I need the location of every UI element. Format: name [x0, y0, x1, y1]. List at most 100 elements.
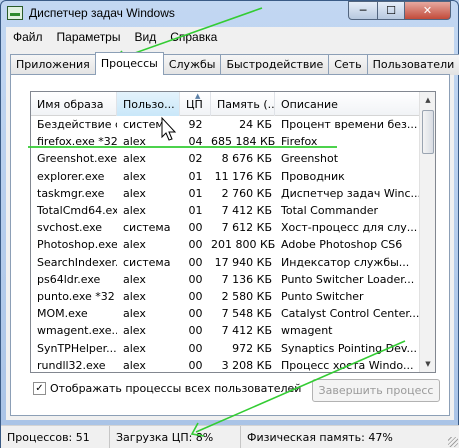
process-name-cell: punto.exe *32 [37, 289, 115, 303]
process-name-cell: Photoshop.exe... [37, 238, 117, 252]
close-button[interactable]: ✕ [404, 1, 451, 20]
table-row[interactable]: ps64ldr.exe alex 00 7 136 КБ Punto Switcher … [31, 271, 421, 288]
column-header-user[interactable]: Пользо... [117, 92, 180, 116]
process-memory-cell: 201 800 КБ [211, 238, 275, 252]
process-user-cell: alex [123, 289, 146, 303]
process-user-cell: систем [123, 118, 164, 132]
vertical-scrollbar[interactable]: ▲ ▼ [419, 92, 435, 372]
process-cpu-cell: 00 [188, 341, 203, 355]
tab-applications[interactable]: Приложения [10, 54, 96, 75]
process-name-cell: SynTPHelper.... [37, 341, 117, 355]
menu-help[interactable]: Справка [163, 30, 224, 44]
main-content: Приложения Процессы Службы Быстродействи… [6, 47, 459, 420]
title-bar[interactable]: Диспетчер задач Windows ─ ☐ ✕ [1, 1, 458, 26]
resize-grip-icon[interactable] [448, 437, 458, 447]
process-description-cell: Greenshot [281, 152, 339, 166]
process-user-cell: alex [123, 204, 146, 218]
process-description-cell: wmagent [281, 324, 333, 338]
process-memory-cell: 2 580 КБ [221, 289, 272, 303]
table-row[interactable]: Greenshot.exe alex 02 8 676 КБ Greenshot [31, 150, 421, 167]
process-description-cell: Total Commander [281, 204, 379, 218]
maximize-button[interactable]: ☐ [377, 1, 405, 20]
menu-view[interactable]: Вид [127, 30, 163, 44]
status-physical-memory: Физическая память: 47% [247, 431, 393, 444]
table-row[interactable]: MOM.exe alex 00 7 548 КБ Catalyst Control Ce… [31, 305, 421, 322]
table-row[interactable]: firefox.exe *32 alex 04 685 184 КБ Firefox [31, 133, 421, 150]
process-user-cell: alex [123, 307, 146, 321]
table-row[interactable]: rundll32.exe alex 00 3 208 КБ Процесс хоста … [31, 357, 421, 372]
window-title: Диспетчер задач Windows [29, 6, 175, 20]
process-description-cell: Synaptics Pointing Dev... [281, 341, 418, 355]
process-description-cell: Punto Switcher [281, 289, 364, 303]
table-row[interactable]: punto.exe *32 alex 00 2 580 КБ Punto Switche… [31, 288, 421, 305]
table-row[interactable]: Photoshop.exe... alex 00 201 800 КБ Adobe Ph… [31, 236, 421, 253]
tab-strip: Приложения Процессы Службы Быстродействи… [10, 52, 459, 75]
menu-file[interactable]: Файл [6, 30, 50, 44]
process-memory-cell: 7 612 КБ [221, 221, 272, 235]
table-row[interactable]: wmagent.exe... alex 00 7 412 КБ wmagent [31, 322, 421, 339]
tab-processes[interactable]: Процессы [94, 52, 164, 75]
table-row[interactable]: SynTPHelper.... alex 00 972 КБ Synaptics Poi… [31, 339, 421, 356]
column-header-image-name[interactable]: Имя образа [31, 92, 117, 116]
process-description-cell: Catalyst Control Center... [281, 307, 420, 321]
column-header-cpu[interactable]: ▲ ЦП [180, 92, 211, 116]
process-memory-cell: 7 548 КБ [221, 307, 272, 321]
process-description-cell: Процент времени без... [281, 118, 418, 132]
process-cpu-cell: 00 [188, 289, 203, 303]
process-memory-cell: 7 412 КБ [221, 324, 272, 338]
tab-performance[interactable]: Быстродействие [220, 54, 330, 75]
process-memory-cell: 685 184 КБ [211, 135, 275, 149]
process-name-cell: TotalCmd64.exe [37, 204, 117, 218]
status-cpu-usage: Загрузка ЦП: 8% [110, 425, 241, 448]
show-all-users-label: Отображать процессы всех пользователей [50, 382, 302, 395]
process-user-cell: alex [123, 324, 146, 338]
tab-users[interactable]: Пользователи [366, 54, 459, 75]
column-header-description[interactable]: Описание [275, 92, 421, 116]
column-header-memory[interactable]: Память (... [211, 92, 275, 116]
show-all-users-checkbox[interactable]: ✓ [33, 382, 46, 395]
process-description-cell: Хост-процесс для слу... [281, 221, 418, 235]
process-user-cell: система [123, 221, 171, 235]
process-cpu-cell: 04 [188, 135, 203, 149]
process-user-cell: alex [123, 169, 146, 183]
process-description-cell: Процесс хоста Windo... [281, 358, 414, 372]
table-row[interactable]: explorer.exe alex 01 11 176 КБ Проводник [31, 168, 421, 185]
show-all-users-option[interactable]: ✓ Отображать процессы всех пользователей [33, 382, 301, 395]
process-cpu-cell: 00 [188, 238, 203, 252]
tab-services[interactable]: Службы [162, 54, 222, 75]
column-header-user-label: Пользо... [123, 98, 175, 111]
scroll-down-button[interactable]: ▼ [421, 356, 435, 372]
process-name-cell: svchost.exe [37, 221, 103, 235]
sort-arrow-icon: ▲ [195, 92, 201, 100]
process-memory-cell: 2 760 КБ [221, 186, 272, 200]
process-description-cell: Adobe Photoshop CS6 [281, 238, 403, 252]
end-process-button[interactable]: Завершить процесс [312, 379, 440, 402]
process-name-cell: explorer.exe [37, 169, 105, 183]
table-row[interactable]: svchost.exe система 00 7 612 КБ Хост-процесс… [31, 219, 421, 236]
table-row[interactable]: SearchIndexer.... система 00 17 940 КБ Индек… [31, 254, 421, 271]
status-processes: Процессов: 51 [1, 425, 110, 448]
column-headers: Имя образа Пользо... ▲ ЦП Память (... Оп… [31, 92, 421, 116]
process-list[interactable]: Имя образа Пользо... ▲ ЦП Память (... Оп… [30, 91, 436, 373]
process-user-cell: alex [123, 135, 146, 149]
process-user-cell: alex [123, 238, 146, 252]
process-description-cell: Punto Switcher Loader... [281, 272, 415, 286]
process-cpu-cell: 92 [188, 118, 203, 132]
table-row[interactable]: Бездействие с... систем 92 24 КБ Процент вре… [31, 116, 421, 133]
process-description-cell: Проводник [281, 169, 345, 183]
process-name-cell: MOM.exe [37, 307, 88, 321]
process-memory-cell: 3 208 КБ [221, 358, 272, 372]
process-memory-cell: 24 КБ [239, 118, 272, 132]
table-row[interactable]: taskmgr.exe alex 01 2 760 КБ Диспетчер задач… [31, 185, 421, 202]
table-row[interactable]: TotalCmd64.exe alex 01 7 412 КБ Total Comman… [31, 202, 421, 219]
scroll-up-button[interactable]: ▲ [421, 92, 435, 108]
minimize-button[interactable]: ─ [348, 1, 378, 20]
process-cpu-cell: 00 [188, 307, 203, 321]
scrollbar-thumb[interactable] [422, 110, 434, 154]
menu-options[interactable]: Параметры [50, 30, 128, 44]
tab-network[interactable]: Сеть [328, 54, 368, 75]
process-description-cell: Индексатор службы... [281, 255, 410, 269]
process-memory-cell: 7 136 КБ [221, 272, 272, 286]
process-memory-cell: 17 940 КБ [214, 255, 272, 269]
task-manager-window: Диспетчер задач Windows ─ ☐ ✕ Файл Парам… [0, 0, 459, 448]
